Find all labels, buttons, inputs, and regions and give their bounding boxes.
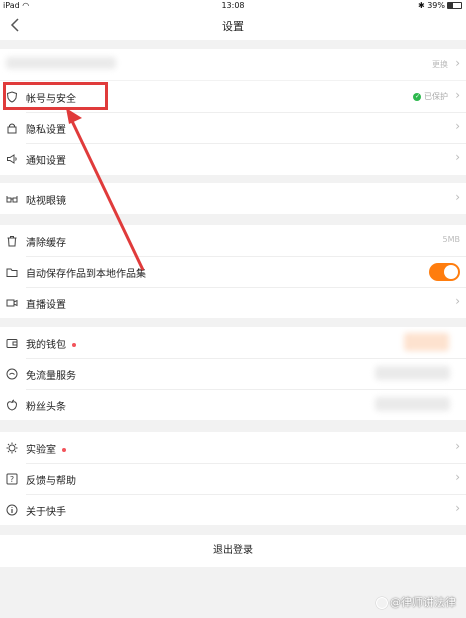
watermark: @律师讲法律 <box>376 594 456 610</box>
camera-icon <box>376 597 388 609</box>
annotation-arrow <box>66 108 145 271</box>
